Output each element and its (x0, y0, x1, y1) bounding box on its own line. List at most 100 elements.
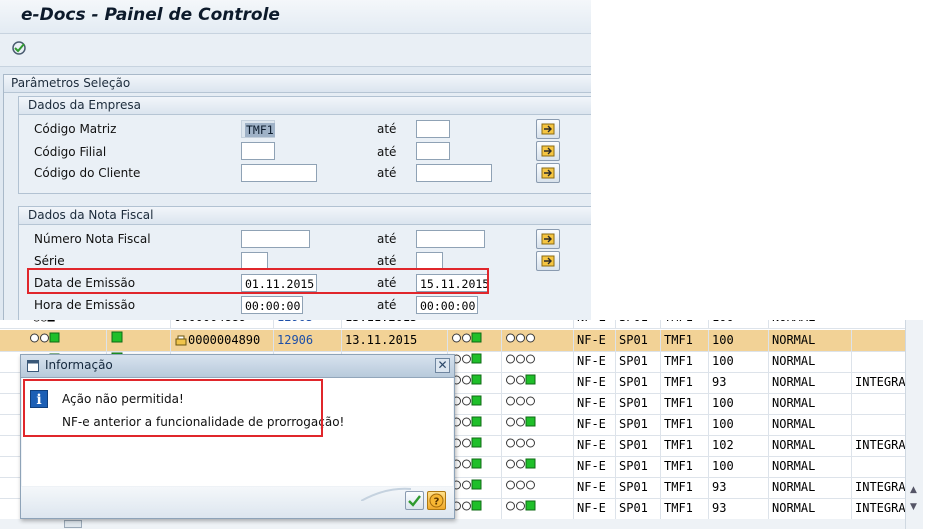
codigo-filial-from-input[interactable] (241, 142, 275, 160)
scroll-up-icon[interactable]: ▲ (910, 485, 917, 495)
dados-nota-fiscal-title: Dados da Nota Fiscal (19, 207, 591, 225)
hora-emissao-ate-label: até (377, 298, 397, 312)
filial-cell: SP01 (615, 477, 660, 498)
matriz-cell: TMF1 (660, 393, 708, 414)
status-lights-3 (501, 498, 573, 519)
dados-empresa-title: Dados da Empresa (19, 97, 591, 115)
filial-cell: SP01 (615, 330, 660, 351)
situacao-cell: NORMAL (768, 435, 851, 456)
situacao-cell: NORMAL (768, 498, 851, 519)
codigo-cliente-ate-label: até (377, 166, 397, 180)
codigo-cell: 100 (708, 330, 768, 351)
numero-nota-from-input[interactable] (241, 230, 310, 248)
integracao-cell (851, 393, 905, 414)
integracao-cell: INTEGRA (851, 372, 905, 393)
multiple-selection-arrow-icon (541, 255, 555, 267)
numero-nota-to-input[interactable] (416, 230, 485, 248)
status-lights-2 (447, 330, 501, 351)
dialog-titlebar[interactable]: Informação ✕ (21, 355, 454, 378)
status-lights-2 (447, 477, 501, 498)
status-lights-2 (447, 435, 501, 456)
filial-cell: SP01 (615, 351, 660, 372)
integracao-cell (851, 351, 905, 372)
codigo-matriz-multiple-selection-button[interactable] (536, 119, 560, 139)
filial-cell: SP01 (615, 372, 660, 393)
status-lights-2 (447, 393, 501, 414)
printer-icon (175, 335, 187, 345)
codigo-filial-label: Código Filial (34, 145, 107, 159)
confirm-button[interactable] (405, 491, 424, 510)
horizontal-scrollbar[interactable] (0, 519, 905, 529)
situacao-cell: NORMAL (768, 330, 851, 351)
situacao-cell: NORMAL (768, 414, 851, 435)
matriz-cell: TMF1 (660, 320, 708, 328)
codigo-filial-multiple-selection-button[interactable] (536, 141, 560, 161)
status-lights: ○○■ (30, 320, 110, 328)
numero-nota-multiple-selection-button[interactable] (536, 229, 560, 249)
help-button[interactable]: ? (427, 491, 446, 510)
vertical-scrollbar[interactable]: ▲ ▼ (905, 320, 923, 529)
tipo-cell: NF-E (573, 393, 615, 414)
information-dialog: Informação ✕ i Ação não permitida! NF-e … (20, 354, 455, 519)
scroll-thumb[interactable] (64, 520, 82, 528)
matriz-cell: TMF1 (660, 372, 708, 393)
status-lights (26, 330, 106, 351)
codigo-filial-ate-label: até (377, 145, 397, 159)
tipo-cell: NF-E (573, 372, 615, 393)
multiple-selection-arrow-icon (541, 233, 555, 245)
matriz-cell: TMF1 (660, 477, 708, 498)
codigo-cliente-from-input[interactable] (241, 164, 317, 182)
codigo-cliente-to-input[interactable] (416, 164, 492, 182)
hora-emissao-from-input[interactable]: 00:00:00 (241, 296, 303, 314)
status-lights-2 (447, 372, 501, 393)
status-lights-3 (501, 351, 573, 372)
integracao-cell (851, 414, 905, 435)
situacao-cell: NORMAL (768, 351, 851, 372)
hora-emissao-to-input[interactable]: 00:00:00 (416, 296, 478, 314)
execute-icon[interactable] (11, 40, 27, 56)
filial-cell: SP01 (615, 393, 660, 414)
status-lights-3 (501, 414, 573, 435)
data-emissao-highlight (27, 268, 489, 294)
serie-multiple-selection-button[interactable] (536, 251, 560, 271)
codigo-cell: 100 (708, 393, 768, 414)
codigo-cell: 100 (708, 351, 768, 372)
codigo-matriz-from-input[interactable]: TMF1 (241, 120, 275, 138)
footer-swoosh (361, 487, 411, 501)
green-status-icon (111, 331, 123, 343)
status-lights-3 (501, 477, 573, 498)
codigo-matriz-to-input[interactable] (416, 120, 450, 138)
multiple-selection-arrow-icon (541, 167, 555, 179)
status-lights-2 (447, 351, 501, 372)
tipo-cell: NF-E (573, 435, 615, 456)
parametros-selecao-title: Parâmetros Seleção (4, 75, 591, 93)
codigo-filial-to-input[interactable] (416, 142, 450, 160)
situacao-cell: NORMAL (768, 456, 851, 477)
codigo-cell: 100 (708, 414, 768, 435)
matriz-cell: TMF1 (660, 498, 708, 519)
codigo-cell: 100 (708, 456, 768, 477)
scroll-down-icon[interactable]: ▼ (910, 502, 917, 512)
codigo-cliente-label: Código do Cliente (34, 166, 141, 180)
tipo-cell: NF-E (573, 456, 615, 477)
message-highlight (23, 379, 323, 437)
close-icon[interactable]: ✕ (435, 358, 450, 373)
matriz-cell: TMF1 (660, 414, 708, 435)
table-row-partial[interactable]: ○○■ 0000004889 12905 13.11.2015 NF-E SP0… (0, 320, 922, 329)
matriz-cell: TMF1 (660, 351, 708, 372)
table-row[interactable]: 0000004890 12906 13.11.2015 NF-E SP01 TMF1 100… (0, 330, 922, 352)
numero-nota-ate-label: até (377, 232, 397, 246)
codigo-cliente-multiple-selection-button[interactable] (536, 163, 560, 183)
nf-number-cell: 12905 (273, 320, 341, 328)
situacao-cell: NORMAL (768, 477, 851, 498)
svg-text:?: ? (434, 497, 440, 508)
application-toolbar (0, 34, 591, 67)
traffic-light-icon: ○○■ (33, 320, 55, 328)
tipo-cell: NF-E (573, 330, 615, 351)
dialog-footer: ? (21, 487, 454, 518)
status-lights-3 (501, 330, 573, 351)
help-icon: ? (429, 493, 444, 508)
tipo-cell: NF-E (573, 351, 615, 372)
codigo-cell: 100 (708, 320, 768, 328)
dialog-window-icon (27, 360, 39, 372)
